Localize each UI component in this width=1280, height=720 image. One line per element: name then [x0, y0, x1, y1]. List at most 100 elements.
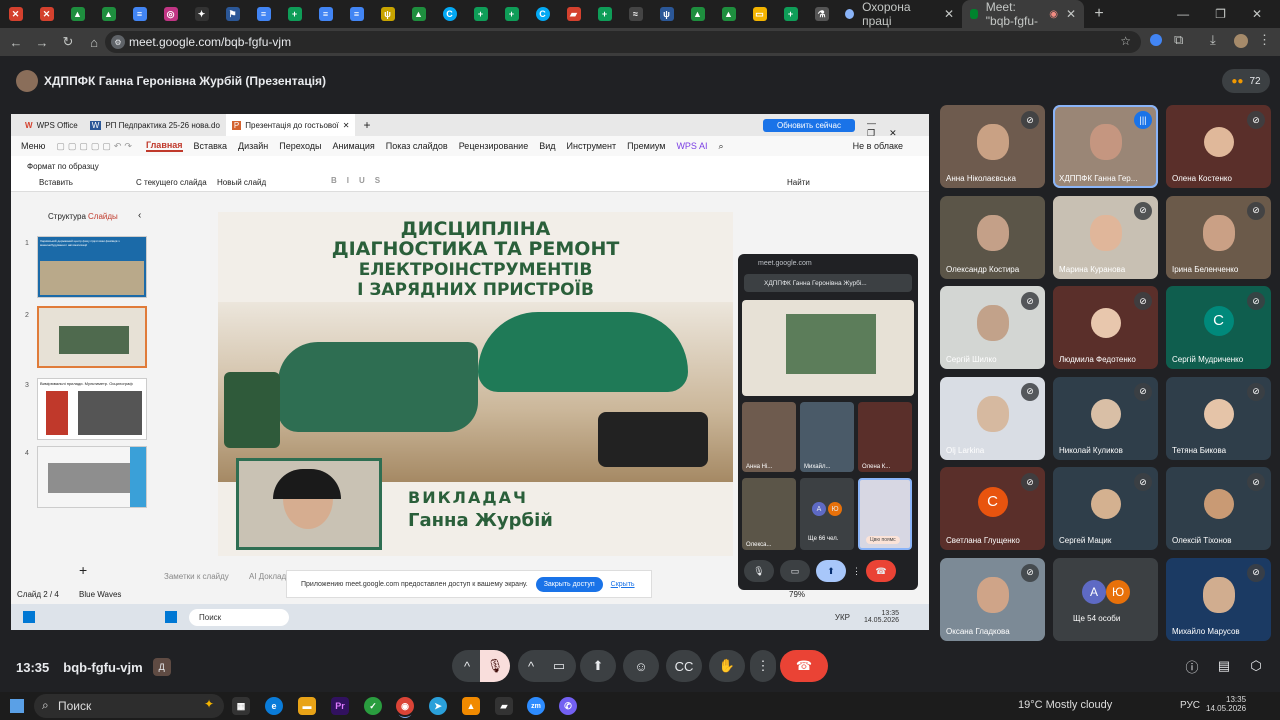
inner-lang[interactable]: УКР — [835, 613, 850, 622]
participant-tile[interactable]: С ⊘ Сергій Мудриченко — [1166, 286, 1271, 369]
camera-button[interactable]: ▭ — [542, 650, 576, 682]
raise-hand-button[interactable]: ✋ — [709, 650, 745, 682]
format-painter-button[interactable]: Формат по образцу — [27, 162, 99, 171]
pinned-tab[interactable]: ✕ — [0, 0, 31, 28]
participant-tile[interactable]: ⊘ Олексій Тіхонов — [1166, 467, 1271, 550]
paste-button[interactable]: Вставить — [39, 178, 73, 187]
pinned-tab[interactable]: + — [589, 0, 620, 28]
mini-tile-self[interactable]: Цвю поямс — [858, 478, 912, 550]
participant-tile[interactable]: ⊘ Михайло Марусов — [1166, 557, 1271, 641]
cloud-status[interactable]: Не в облаке — [853, 141, 903, 151]
pinned-tab[interactable]: ψ — [651, 0, 682, 28]
participant-tile[interactable]: ⊘ Олена Костенко — [1166, 105, 1271, 188]
present-button[interactable]: ⬆ — [580, 650, 616, 682]
task-view-icon[interactable]: ▦ — [232, 697, 250, 715]
participant-tile[interactable]: ⊘ Сергій Шилко — [940, 286, 1045, 369]
mini-meet-presenter[interactable]: ХДППФК Ганна Геронівна Журбі... — [744, 274, 912, 292]
new-slide-button[interactable]: Новый слайд — [217, 178, 266, 187]
profile-avatar[interactable] — [1234, 34, 1248, 48]
pinned-tab[interactable]: ≡ — [341, 0, 372, 28]
menu-item[interactable]: Анимация — [332, 141, 374, 151]
participant-tile[interactable]: A Ю Ще 54 особи — [1053, 557, 1158, 641]
participant-tile[interactable]: ⊘ Olj Larkina — [940, 376, 1045, 460]
add-slide-button[interactable]: + — [79, 562, 87, 578]
font-style-buttons[interactable]: BIUS — [331, 176, 390, 185]
pinned-tab[interactable]: ✕ — [31, 0, 62, 28]
app-icon[interactable]: ▰ — [495, 697, 513, 715]
participant-tile[interactable]: ⊘ Сергей Мацик — [1053, 467, 1158, 550]
participant-tile[interactable]: ⊘ Оксана Гладкова — [940, 557, 1045, 641]
pinned-tab[interactable]: ψ — [372, 0, 403, 28]
pinned-tab[interactable]: ≡ — [248, 0, 279, 28]
pinned-tab[interactable]: ▲ — [403, 0, 434, 28]
weather[interactable]: 19°C Mostly cloudy — [1018, 699, 1112, 711]
close-tab-icon[interactable]: ✕ — [944, 7, 954, 21]
menu-item[interactable]: Инструмент — [567, 141, 617, 151]
mic-icon[interactable]: 🎙 — [744, 560, 774, 582]
pinned-tab[interactable]: ▭ — [744, 0, 775, 28]
premiere-icon[interactable]: Pr — [331, 697, 349, 715]
stop-sharing-button[interactable]: Закрыть доступ — [535, 576, 603, 592]
mini-tile[interactable]: Анна Ні... — [742, 402, 796, 472]
file-explorer-icon[interactable]: ▬ — [298, 697, 316, 715]
close-tab-icon[interactable]: ✕ — [1066, 7, 1076, 21]
activities-icon[interactable]: ⬡ — [1244, 650, 1268, 682]
menu-item[interactable]: Премиум — [627, 141, 665, 151]
slide-thumbnail-4[interactable] — [37, 446, 147, 508]
more-options-button[interactable]: ⋮ — [750, 650, 776, 682]
search-icon[interactable]: ⌕ — [718, 141, 723, 152]
video-options-icon[interactable]: ^ — [518, 650, 544, 682]
mini-tile[interactable]: Михайл... — [800, 402, 854, 472]
audio-options-icon[interactable]: ^ — [452, 650, 482, 682]
windows-start-icon[interactable] — [23, 611, 35, 623]
participant-tile[interactable]: ⊘ Тетяна Бикова — [1166, 376, 1271, 460]
pinned-tab[interactable]: + — [465, 0, 496, 28]
captions-button[interactable]: CC — [666, 650, 702, 682]
site-info-icon[interactable]: ⚙ — [111, 35, 125, 49]
pinned-tab[interactable]: + — [775, 0, 806, 28]
menu-item[interactable]: Дизайн — [238, 141, 268, 151]
pinned-tab[interactable]: ▰ — [558, 0, 589, 28]
viber-icon[interactable]: ✆ — [559, 697, 577, 715]
meeting-info-icon[interactable]: ⓘ — [1180, 650, 1204, 682]
extensions-puzzle-icon[interactable]: ⧉ — [1174, 32, 1183, 48]
host-controls-icon[interactable]: Д — [152, 658, 171, 676]
telegram-icon[interactable]: ➤ — [429, 697, 447, 715]
participant-tile[interactable]: Олександр Костира — [940, 195, 1045, 279]
pinned-tab[interactable]: C — [527, 0, 558, 28]
download-icon[interactable]: ⤓ — [1210, 32, 1216, 48]
mini-tile-more[interactable]: A Ю Ще 66 чел. — [800, 478, 854, 550]
windows-start-icon[interactable] — [10, 699, 24, 713]
zoom-level[interactable]: 79% — [789, 590, 805, 599]
pinned-tab[interactable]: C — [434, 0, 465, 28]
pinned-tab[interactable]: + — [496, 0, 527, 28]
chat-icon[interactable]: ▤ — [1212, 650, 1236, 682]
leave-call-button[interactable]: ☎ — [780, 650, 828, 682]
tab-doc[interactable]: W РП Педпрактика 25-26 нова.do — [84, 114, 226, 136]
hide-link[interactable]: Скрыть — [611, 581, 635, 588]
slide-thumbnail-3[interactable]: Вимірювальні прилади. Мультиметр. Осцило… — [37, 378, 147, 440]
menu-item[interactable]: Вставка — [194, 141, 227, 151]
tab-meet[interactable]: Meet: "bqb-fgfu- ◉ ✕ — [962, 0, 1084, 28]
menu-item[interactable]: Меню — [21, 141, 45, 151]
reactions-button[interactable]: ☺ — [623, 650, 659, 682]
collapse-panel-icon[interactable]: ‹ — [138, 210, 141, 221]
pinned-tab[interactable]: ⚗ — [806, 0, 837, 28]
pinned-tab[interactable]: ✦ — [186, 0, 217, 28]
menu-item[interactable]: Вид — [539, 141, 555, 151]
edge-icon[interactable]: e — [265, 697, 283, 715]
forward-icon[interactable]: → — [30, 30, 54, 54]
update-now-button[interactable]: Обновить сейчас — [763, 119, 855, 132]
pinned-tab[interactable]: ≈ — [620, 0, 651, 28]
windows-start-icon[interactable] — [165, 611, 177, 623]
tab-slides[interactable]: Слайды — [88, 212, 118, 221]
tab-outline[interactable]: Структура — [48, 212, 86, 221]
minimize-icon[interactable]: — — [1177, 7, 1189, 21]
chrome-icon[interactable]: ◉ — [396, 697, 414, 715]
extension-icon[interactable] — [1150, 34, 1162, 46]
from-current-slide-button[interactable]: С текущего слайда — [136, 178, 207, 187]
taskbar-search[interactable]: Поиск — [189, 608, 289, 626]
slide-thumbnail-1[interactable]: Харківський державний центр фаху підгото… — [37, 236, 147, 298]
pinned-tab[interactable]: ≡ — [310, 0, 341, 28]
window-controls[interactable]: —❐✕ — [867, 118, 929, 139]
